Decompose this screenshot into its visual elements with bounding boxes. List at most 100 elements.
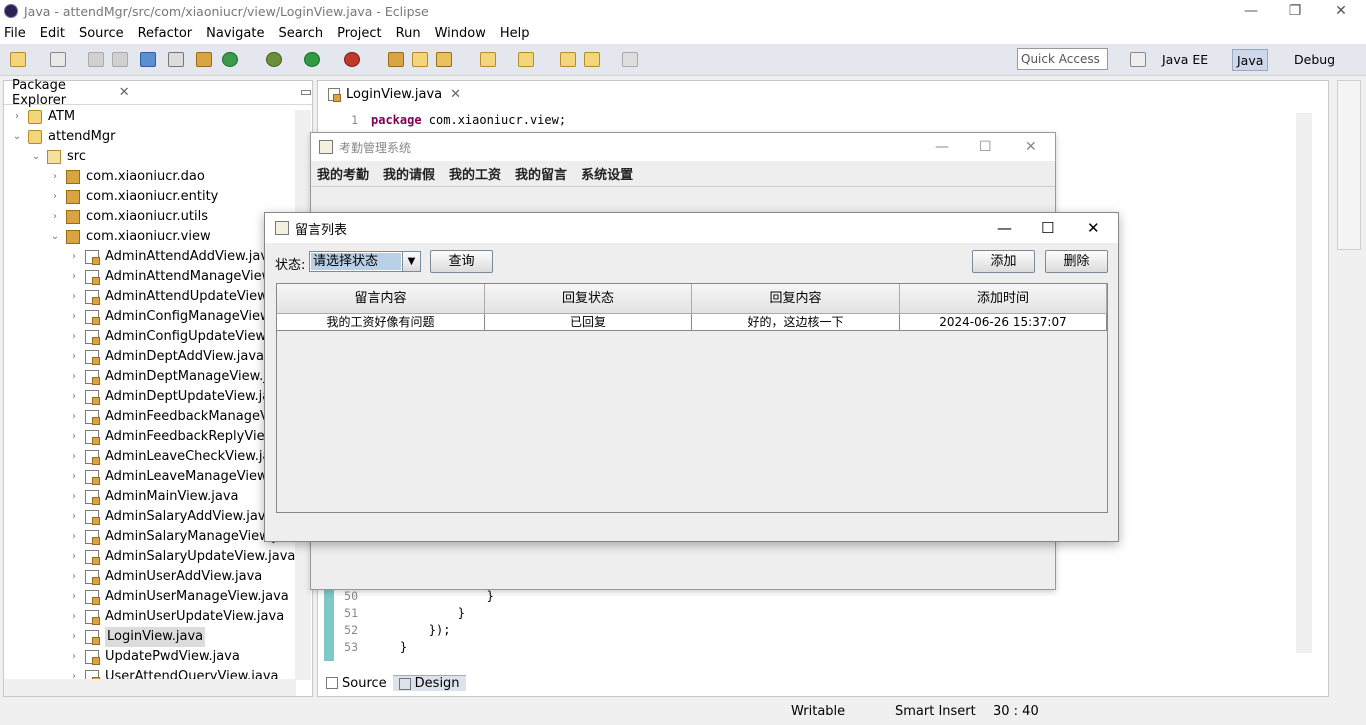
chevron-right-icon[interactable]: ›	[69, 527, 79, 547]
forward-icon[interactable]	[622, 52, 638, 67]
chevron-right-icon[interactable]: ›	[50, 187, 60, 207]
maximize-button[interactable]: ❐	[1272, 0, 1318, 22]
tree-item[interactable]: › AdminConfigManageView.ja	[69, 307, 285, 327]
chevron-down-icon[interactable]: ⌄	[31, 147, 41, 167]
chevron-right-icon[interactable]: ›	[69, 367, 79, 387]
close-view-icon[interactable]: ✕	[119, 85, 130, 100]
close-button[interactable]: ✕	[1318, 0, 1364, 22]
tree-item[interactable]: › AdminUserAddView.java	[69, 567, 262, 587]
chevron-right-icon[interactable]: ›	[69, 407, 79, 427]
dialog-minimize-icon[interactable]: —	[997, 219, 1012, 237]
tree-item[interactable]: › AdminDeptAddView.java	[69, 347, 264, 367]
menu-window[interactable]: Window	[435, 26, 486, 41]
console-icon[interactable]	[140, 52, 156, 67]
app-menu-salary[interactable]: 我的工资	[449, 164, 501, 183]
tree-item[interactable]: › AdminUserManageView.java	[69, 587, 289, 607]
menu-search[interactable]: Search	[278, 26, 323, 41]
tree-item[interactable]: › com.xiaoniucr.entity	[50, 187, 218, 207]
refresh-icon[interactable]	[222, 52, 238, 67]
chevron-right-icon[interactable]: ›	[50, 207, 60, 227]
app-menu-message[interactable]: 我的留言	[515, 164, 567, 183]
menu-navigate[interactable]: Navigate	[206, 26, 264, 41]
chevron-right-icon[interactable]: ›	[69, 387, 79, 407]
chevron-right-icon[interactable]: ›	[69, 627, 79, 647]
chevron-right-icon[interactable]: ›	[69, 307, 79, 327]
tree-item[interactable]: › AdminSalaryAddView.java	[69, 507, 273, 527]
dialog-close-icon[interactable]: ✕	[1087, 219, 1100, 237]
menu-source[interactable]: Source	[79, 26, 124, 41]
app-menu-leave[interactable]: 我的请假	[383, 164, 435, 183]
tree-item[interactable]: › AdminLeaveCheckView.java	[69, 447, 286, 467]
tree-item[interactable]: › AdminFeedbackManageVie	[69, 407, 280, 427]
menu-project[interactable]: Project	[337, 26, 381, 41]
quick-access-input[interactable]: Quick Access	[1017, 48, 1108, 70]
chevron-right-icon[interactable]: ›	[69, 547, 79, 567]
close-tab-icon[interactable]: ✕	[450, 87, 461, 102]
previous-annotation-icon[interactable]	[518, 52, 534, 67]
perspective-java[interactable]: Java	[1232, 49, 1269, 71]
menu-help[interactable]: Help	[500, 26, 530, 41]
chevron-down-icon[interactable]: ⌄	[50, 227, 60, 247]
chevron-right-icon[interactable]: ›	[50, 167, 60, 187]
save-all-icon[interactable]	[112, 52, 128, 67]
tree-item[interactable]: › AdminDeptManageView.jav	[69, 367, 283, 387]
app-maximize-icon[interactable]: ☐	[979, 139, 992, 155]
chevron-down-icon[interactable]: ⌄	[12, 127, 22, 147]
app-menu-settings[interactable]: 系统设置	[581, 164, 633, 183]
chevron-right-icon[interactable]: ›	[69, 267, 79, 287]
chevron-right-icon[interactable]: ›	[69, 247, 79, 267]
debug-icon[interactable]	[266, 52, 282, 67]
chevron-right-icon[interactable]: ›	[69, 347, 79, 367]
next-annotation-icon[interactable]	[480, 52, 496, 67]
perspective-java-ee[interactable]: Java EE	[1158, 49, 1212, 71]
tree-item[interactable]: ⌄ com.xiaoniucr.view	[50, 227, 211, 247]
dialog-maximize-icon[interactable]: ☐	[1041, 219, 1054, 237]
column-header-content[interactable]: 留言内容	[277, 284, 485, 314]
app-close-icon[interactable]: ✕	[1025, 139, 1037, 155]
table-row[interactable]: 我的工资好像有问题 已回复 好的，这边核一下 2024-06-26 15:37:…	[277, 314, 1107, 331]
editor-scrollbar[interactable]	[1296, 113, 1312, 653]
tree-item[interactable]: › AdminConfigUpdateView.ja	[69, 327, 281, 347]
tree-item[interactable]: › AdminAttendAddView.java	[69, 247, 276, 267]
chevron-right-icon[interactable]: ›	[69, 427, 79, 447]
skip-breakpoints-icon[interactable]	[168, 52, 184, 67]
tree-item[interactable]: › AdminSalaryUpdateView.java	[69, 547, 295, 567]
run-icon[interactable]	[304, 52, 320, 67]
menu-run[interactable]: Run	[396, 26, 421, 41]
chevron-right-icon[interactable]: ›	[69, 467, 79, 487]
tab-source[interactable]: Source	[320, 676, 393, 691]
chevron-right-icon[interactable]: ›	[69, 647, 79, 667]
add-button[interactable]: 添加	[972, 250, 1035, 273]
new-icon[interactable]	[10, 52, 26, 67]
tree-item[interactable]: › UpdatePwdView.java	[69, 647, 240, 667]
chevron-down-icon[interactable]: ▼	[402, 252, 420, 271]
menu-edit[interactable]: Edit	[40, 26, 65, 41]
app-minimize-icon[interactable]: —	[935, 139, 949, 155]
package-explorer-title[interactable]: Package Explorer	[12, 78, 113, 108]
external-tools-icon[interactable]	[344, 52, 360, 67]
column-header-reply-content[interactable]: 回复内容	[692, 284, 900, 314]
tree-item[interactable]: › com.xiaoniucr.dao	[50, 167, 205, 187]
minimize-view-icon[interactable]: ▭	[300, 85, 312, 100]
tree-item[interactable]: › AdminSalaryManageView.ja	[69, 527, 284, 547]
open-package-icon[interactable]	[196, 52, 212, 67]
chevron-right-icon[interactable]: ›	[69, 447, 79, 467]
new-wizard-icon[interactable]	[50, 52, 66, 67]
search-icon[interactable]	[436, 52, 452, 67]
query-button[interactable]: 查询	[430, 250, 493, 273]
tree-horizontal-scrollbar[interactable]	[4, 679, 296, 696]
tree-item[interactable]: › LoginView.java	[69, 627, 206, 647]
chevron-right-icon[interactable]: ›	[69, 567, 79, 587]
editor-tab-loginview[interactable]: LoginView.java ✕	[320, 83, 470, 107]
open-perspective-icon[interactable]	[1130, 52, 1146, 67]
menu-file[interactable]: File	[4, 26, 26, 41]
chevron-right-icon[interactable]: ›	[69, 607, 79, 627]
last-edit-icon[interactable]	[560, 52, 576, 67]
tree-item[interactable]: › AdminAttendManageView.ja	[69, 267, 287, 287]
status-select[interactable]: 请选择状态 ▼	[309, 251, 421, 272]
minimize-button[interactable]: —	[1228, 0, 1274, 22]
back-icon[interactable]	[584, 52, 600, 67]
chevron-right-icon[interactable]: ›	[69, 587, 79, 607]
delete-button[interactable]: 删除	[1045, 250, 1108, 273]
perspective-debug[interactable]: Debug	[1290, 49, 1339, 71]
